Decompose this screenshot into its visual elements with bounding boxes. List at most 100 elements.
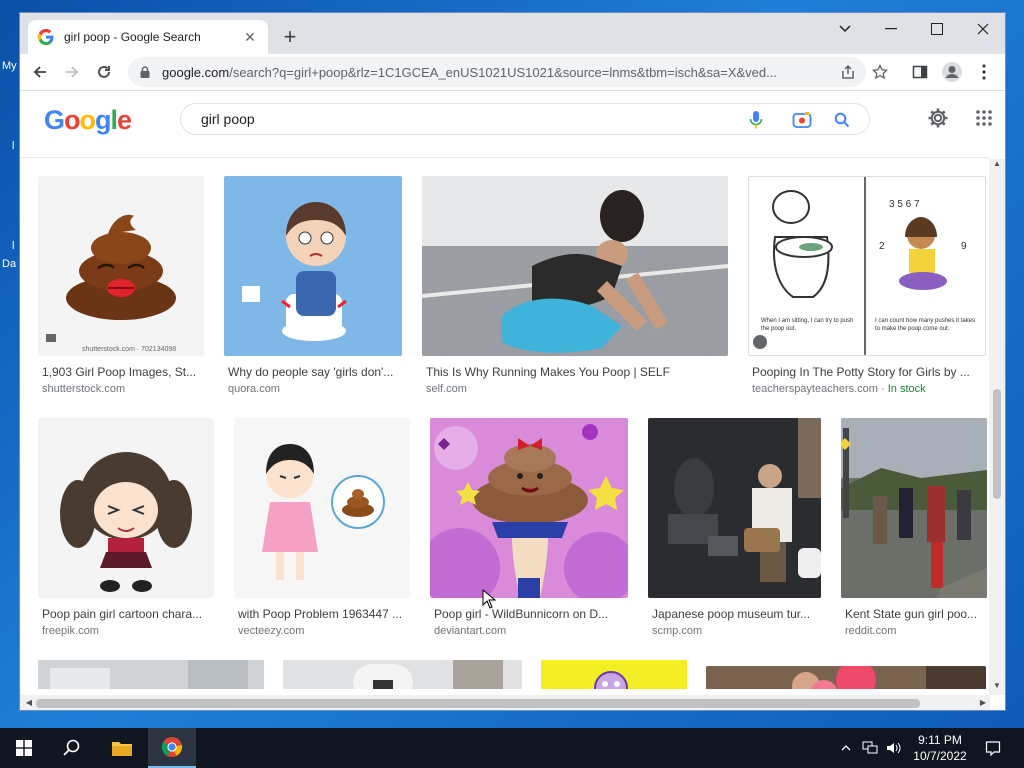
bookmark-button[interactable] — [866, 58, 894, 86]
chrome-taskbar-button[interactable] — [148, 728, 196, 768]
system-clock[interactable]: 9:11 PM 10/7/2022 — [908, 732, 972, 764]
result-thumbnail[interactable] — [38, 418, 214, 598]
share-button[interactable] — [834, 58, 862, 86]
result-thumbnail[interactable] — [234, 418, 410, 598]
settings-gear-icon[interactable] — [926, 106, 950, 130]
reload-button[interactable] — [90, 58, 118, 86]
vertical-scroll-thumb[interactable] — [993, 389, 1001, 499]
microphone-icon[interactable] — [745, 109, 767, 131]
side-panel-icon — [912, 65, 928, 79]
search-input[interactable] — [201, 111, 741, 127]
browser-tab[interactable]: girl poop - Google Search ✕ — [28, 20, 268, 54]
result-thumbnail[interactable]: 3 5 6 7 2 9 When I am sitting, I can try… — [748, 176, 986, 356]
google-logo[interactable]: Google — [44, 105, 132, 136]
apps-grid-icon[interactable] — [972, 106, 996, 130]
result-source[interactable]: teacherspayteachers.com · In stock — [752, 383, 926, 395]
url-text[interactable]: google.com/search?q=girl+poop&rlz=1C1GCE… — [162, 65, 822, 80]
desktop-icon-label[interactable]: l — [12, 140, 14, 152]
svg-text:9: 9 — [961, 241, 967, 252]
back-arrow-icon — [33, 66, 46, 78]
network-icon[interactable] — [858, 728, 882, 768]
star-icon — [872, 64, 888, 80]
result-source[interactable]: reddit.com — [845, 625, 896, 637]
windows-logo-icon — [16, 740, 32, 756]
result-title[interactable]: This Is Why Running Makes You Poop | SEL… — [426, 365, 726, 379]
image-results-grid: shutterstock.com · 702134098 1,903 Girl … — [20, 159, 990, 689]
scroll-left-arrow-icon[interactable]: ◀ — [22, 696, 36, 710]
start-button[interactable] — [0, 728, 48, 768]
volume-icon[interactable] — [882, 728, 906, 768]
desktop-icon-label[interactable]: l — [12, 240, 14, 252]
notifications-button[interactable] — [978, 728, 1008, 768]
result-thumbnail[interactable] — [648, 418, 821, 598]
lock-icon[interactable] — [138, 65, 152, 79]
search-icon — [63, 739, 80, 756]
result-thumbnail[interactable] — [283, 660, 522, 689]
scroll-down-arrow-icon[interactable]: ▼ — [989, 681, 1005, 695]
result-source[interactable]: self.com — [426, 383, 467, 395]
forward-arrow-icon — [66, 66, 79, 78]
result-thumbnail[interactable] — [38, 660, 264, 689]
camera-lens-icon[interactable] — [791, 109, 813, 131]
scroll-up-arrow-icon[interactable]: ▲ — [989, 159, 1005, 173]
result-source[interactable]: freepik.com — [42, 625, 99, 637]
chrome-window: girl poop - Google Search ✕ + google.com… — [19, 12, 1006, 711]
runner-woman-photo-image — [422, 176, 728, 356]
scroll-right-arrow-icon[interactable]: ▶ — [976, 696, 990, 710]
profile-button[interactable] — [938, 58, 966, 86]
result-thumbnail[interactable] — [430, 418, 628, 598]
poop-pain-girl-cartoon-image — [60, 452, 192, 592]
address-bar[interactable]: google.com/search?q=girl+poop&rlz=1C1GCE… — [128, 57, 866, 87]
result-title[interactable]: Why do people say 'girls don'... — [228, 365, 404, 379]
result-title[interactable]: Pooping In The Potty Story for Girls by … — [752, 365, 980, 379]
search-icon[interactable] — [831, 109, 853, 131]
result-source[interactable]: deviantart.com — [434, 625, 506, 637]
desktop-icon-label[interactable]: My — [2, 60, 17, 72]
result-title[interactable]: Poop pain girl cartoon chara... — [42, 607, 214, 621]
result-source[interactable]: shutterstock.com — [42, 383, 125, 395]
new-tab-button[interactable]: + — [276, 24, 304, 52]
share-icon — [842, 64, 854, 79]
result-thumbnail[interactable] — [224, 176, 402, 356]
tab-title: girl poop - Google Search — [64, 30, 201, 44]
girl-with-poop-problem-image — [262, 444, 385, 580]
svg-text:3 5 6 7: 3 5 6 7 — [889, 199, 920, 210]
result-thumbnail[interactable] — [541, 660, 687, 689]
tab-close-icon[interactable]: ✕ — [242, 29, 258, 46]
show-hidden-icons-chevron-icon[interactable] — [836, 728, 856, 768]
horizontal-scroll-thumb[interactable] — [36, 699, 920, 708]
result-thumbnail[interactable]: shutterstock.com · 702134098 — [38, 176, 204, 356]
poop-emoji-lips-image — [46, 214, 176, 342]
windows-taskbar: 9:11 PM 10/7/2022 — [0, 728, 1024, 768]
minimize-button[interactable] — [868, 13, 914, 45]
result-source[interactable]: vecteezy.com — [238, 625, 304, 637]
search-box[interactable] — [180, 103, 870, 135]
browser-toolbar: google.com/search?q=girl+poop&rlz=1C1GCE… — [20, 54, 1005, 91]
restroom-photo-image — [283, 660, 522, 689]
result-title[interactable]: Kent State gun girl poo... — [845, 607, 987, 621]
result-thumbnail[interactable] — [422, 176, 728, 356]
vertical-scrollbar[interactable]: ▲ ▼ — [989, 159, 1005, 695]
close-window-button[interactable] — [960, 13, 1005, 45]
maximize-button[interactable] — [914, 13, 960, 45]
result-title[interactable]: Poop girl - WildBunnicorn on D... — [434, 607, 628, 621]
avatar-icon — [942, 62, 962, 82]
result-thumbnail[interactable] — [841, 418, 987, 598]
result-title[interactable]: 1,903 Girl Poop Images, St... — [42, 365, 206, 379]
result-title[interactable]: Japanese poop museum tur... — [652, 607, 820, 621]
side-panel-button[interactable] — [906, 58, 934, 86]
horizontal-scrollbar[interactable]: ◀ ▶ — [20, 695, 990, 710]
tab-search-chevron-icon[interactable] — [822, 13, 868, 45]
chrome-menu-button[interactable] — [970, 58, 998, 86]
forward-button[interactable] — [58, 58, 86, 86]
result-source[interactable]: quora.com — [228, 383, 280, 395]
result-thumbnail[interactable] — [706, 666, 986, 689]
result-title[interactable]: with Poop Problem 1963447 ... — [238, 607, 410, 621]
book-caption-left: When I am sitting, I can try to push the… — [761, 318, 854, 332]
result-source[interactable]: scmp.com — [652, 625, 702, 637]
file-explorer-taskbar-button[interactable] — [98, 728, 146, 768]
back-button[interactable] — [26, 58, 54, 86]
search-taskbar-button[interactable] — [48, 728, 96, 768]
desktop-icon-label[interactable]: Da — [2, 258, 16, 270]
notification-icon — [985, 741, 1001, 756]
